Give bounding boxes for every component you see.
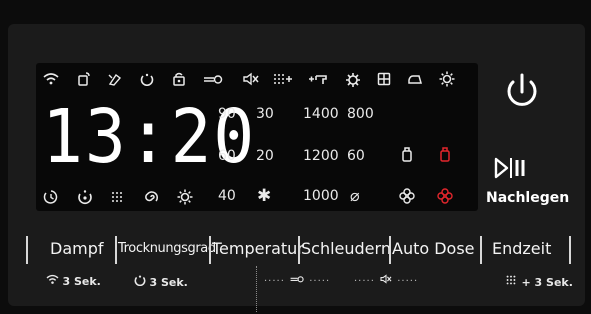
door-lock-hint: ····· ····· <box>264 276 331 287</box>
dotted-guide <box>256 266 257 312</box>
door-lock-small-icon <box>290 276 304 283</box>
spin-800: 800 <box>347 106 374 122</box>
delay-small-icon <box>134 275 146 287</box>
grid-icon <box>373 72 395 89</box>
tab-separator <box>26 236 28 264</box>
temp-90: 90 <box>218 106 236 122</box>
remote-start-icon <box>73 72 95 89</box>
gear-icon <box>342 72 364 91</box>
settings-gear-icon <box>174 189 196 208</box>
remaining-icon <box>74 189 96 208</box>
door-lock-icon <box>202 72 224 89</box>
wifi-icon <box>40 72 62 89</box>
plus-hint-text: + 3 Sek. <box>521 276 573 289</box>
tab-schleudern[interactable]: Schleudern <box>301 239 391 258</box>
mute-hint: ····· ····· <box>354 274 419 287</box>
start-pause-button[interactable] <box>491 156 527 186</box>
water-plus-icon <box>308 72 330 89</box>
tab-dampf[interactable]: Dampf <box>50 239 104 258</box>
wifi-small-icon <box>46 274 59 284</box>
tab-trocknungsgrad[interactable]: Trocknungsgrad <box>118 241 216 256</box>
play-pause-icon <box>494 157 525 179</box>
delay-hint: 3 Sek. <box>134 274 188 289</box>
dots-plus-icon <box>272 72 294 89</box>
softener-icon <box>396 188 418 207</box>
tab-separator <box>389 236 391 264</box>
temp-30: 30 <box>256 106 274 122</box>
child-lock-icon <box>168 72 190 89</box>
tab-separator <box>209 236 211 264</box>
mute-small-icon <box>380 274 392 284</box>
mute-icon <box>240 72 262 89</box>
delay-hint-text: 3 Sek. <box>149 276 188 289</box>
end-time-icon <box>40 189 62 208</box>
detergent-warning-icon <box>434 146 456 165</box>
tab-separator <box>480 236 482 264</box>
drying-icon <box>404 72 426 89</box>
sun-icon <box>436 71 458 90</box>
spiral-icon <box>140 189 162 208</box>
tab-auto-dose[interactable]: Auto Dose <box>392 239 475 258</box>
stain-icon <box>104 72 126 89</box>
tab-endzeit[interactable]: Endzeit <box>492 239 551 258</box>
delay-icon <box>136 72 158 89</box>
tab-separator <box>569 236 571 264</box>
wifi-hint: 3 Sek. <box>46 274 101 288</box>
plus-hint: + 3 Sek. <box>504 274 573 289</box>
spin-1000: 1000 <box>303 188 339 204</box>
spin-none: ⌀ <box>350 186 360 205</box>
temp-60: 60 <box>218 148 236 164</box>
temp-cold: ✱ <box>257 186 272 206</box>
spin-1200: 1200 <box>303 148 339 164</box>
dots-grid-small-icon <box>506 275 516 285</box>
spin-1400: 1400 <box>303 106 339 122</box>
spin-60: 60 <box>347 148 365 164</box>
tab-separator <box>298 236 300 264</box>
detergent-icon <box>396 146 418 165</box>
softener-warning-icon <box>434 188 456 207</box>
wifi-hint-text: 3 Sek. <box>62 275 101 288</box>
temp-20: 20 <box>256 148 274 164</box>
tab-separator <box>115 236 117 264</box>
dots-grid-icon <box>106 190 128 207</box>
temp-40: 40 <box>218 188 236 204</box>
power-button[interactable] <box>497 70 547 112</box>
nachlegen-label[interactable]: Nachlegen <box>486 190 569 206</box>
tab-temperatur[interactable]: Temperatur <box>212 239 304 258</box>
power-icon <box>507 73 537 106</box>
